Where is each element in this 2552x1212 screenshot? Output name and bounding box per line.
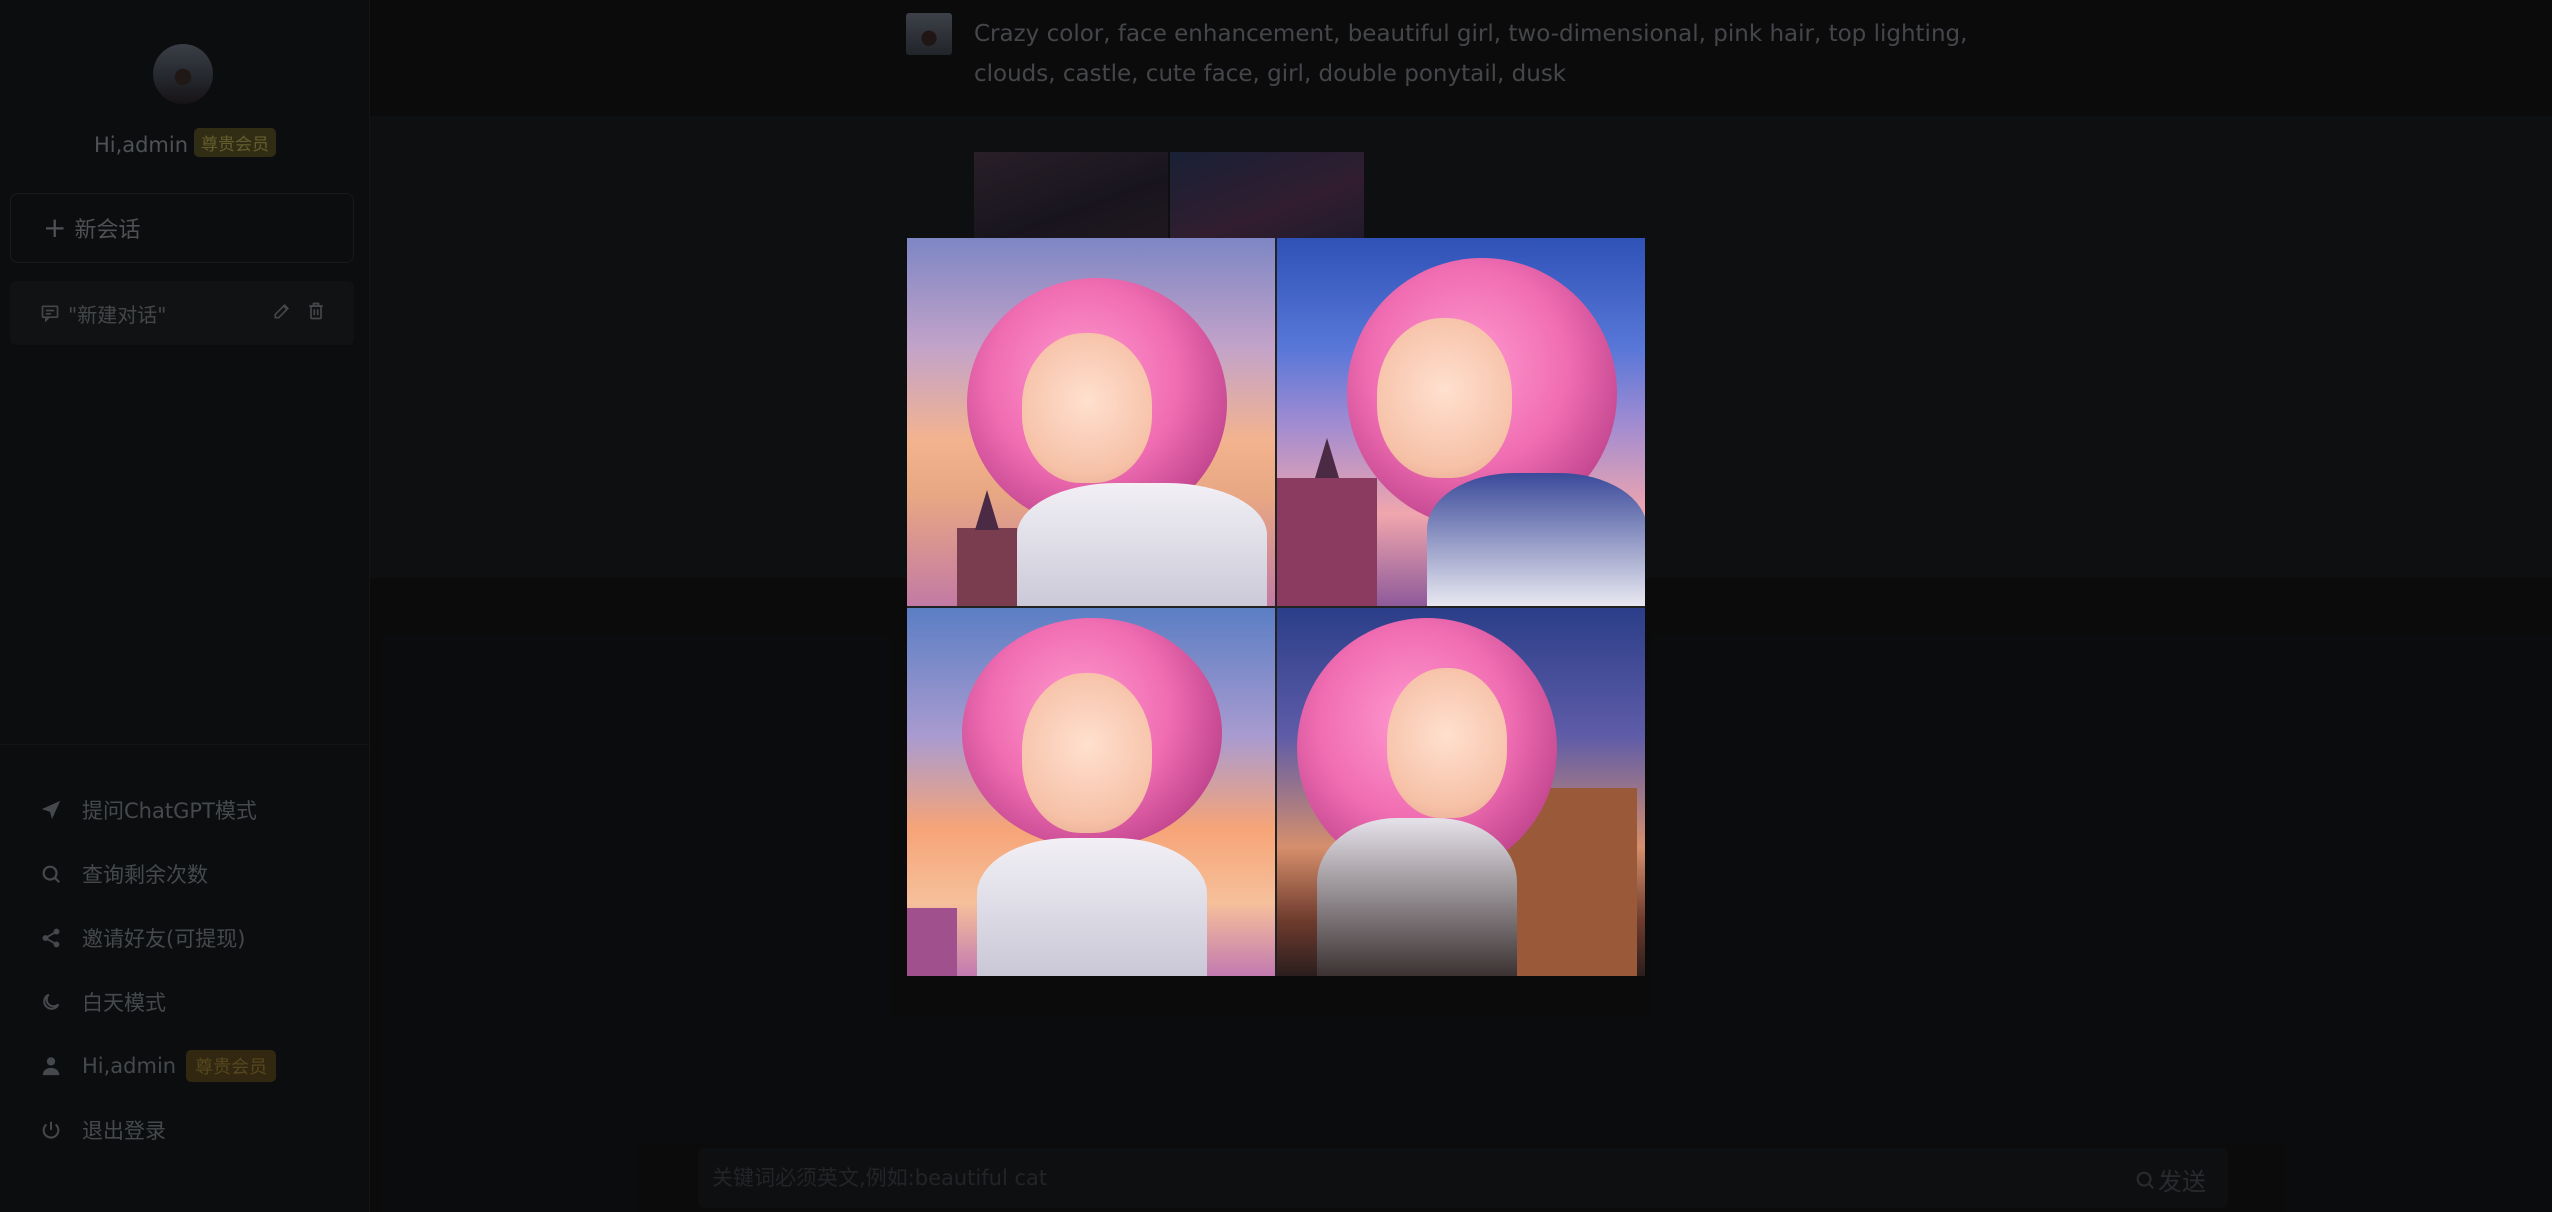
castle-shape (1277, 478, 1377, 606)
face-shape (1387, 668, 1507, 818)
generated-image-1[interactable] (907, 238, 1275, 606)
castle-shape (907, 908, 957, 976)
face-shape (1022, 673, 1152, 833)
generated-image-3[interactable] (907, 608, 1275, 976)
shirt-shape (1427, 473, 1645, 606)
face-shape (1377, 318, 1512, 478)
castle-spire (1315, 438, 1339, 478)
shirt-shape (1017, 483, 1267, 606)
generated-image-4[interactable] (1277, 608, 1645, 976)
generated-image-2[interactable] (1277, 238, 1645, 606)
image-preview-overlay[interactable] (0, 0, 2552, 1212)
app-root: Hi,admin 尊贵会员 + 新会话 "新建对话" 提问ChatGPT模式 查询… (0, 0, 2552, 1212)
shirt-shape (977, 838, 1207, 976)
castle-shape (957, 528, 1017, 606)
image-preview-grid[interactable] (907, 238, 1645, 976)
shirt-shape (1317, 818, 1517, 976)
castle-spire (975, 490, 999, 530)
face-shape (1022, 333, 1152, 483)
